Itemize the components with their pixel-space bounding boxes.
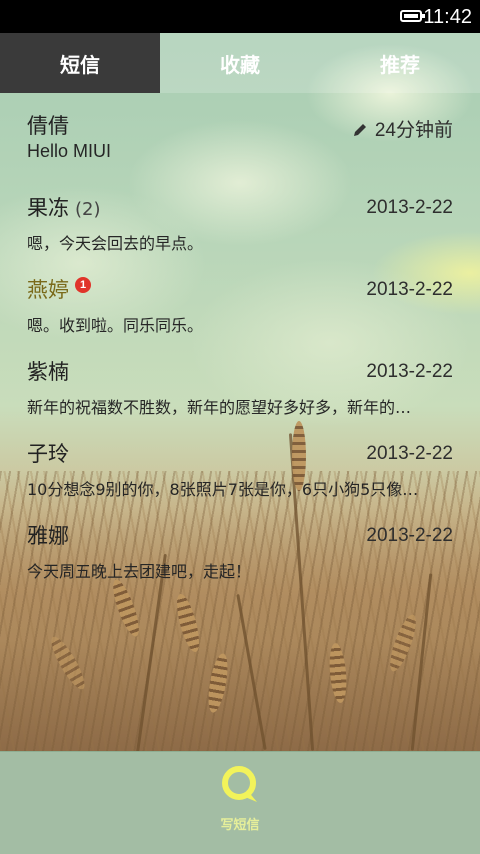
- tab-bar: 短信 收藏 推荐: [0, 33, 480, 93]
- status-bar: 11:42: [0, 0, 480, 33]
- thread-preview: Hello MIUI: [27, 141, 112, 161]
- thread-row[interactable]: 紫楠 2013-2-22 新年的祝福数不胜数，新年的愿望好多好多，新年的…: [0, 339, 480, 421]
- contact-name-text: 果冻: [27, 196, 69, 220]
- thread-row[interactable]: 果冻 (2) 2013-2-22 嗯，今天会回去的早点。: [0, 175, 480, 257]
- tab-messages[interactable]: 短信: [0, 33, 160, 93]
- tab-favorites[interactable]: 收藏: [160, 33, 320, 93]
- thread-preview: 嗯，今天会回去的早点。: [27, 234, 204, 253]
- compose-message-button-label[interactable]: 写短信: [0, 814, 480, 833]
- thread-time-text: 24分钟前: [374, 120, 453, 141]
- thread-row[interactable]: 子玲 2013-2-22 10分想念9别的你，8张照片7张是你，6只小狗5只像…: [0, 421, 480, 503]
- status-time: 11:42: [423, 6, 472, 28]
- thread-time: 2013-2-22: [366, 361, 453, 382]
- battery-icon: [400, 10, 425, 22]
- bottom-action-bar: 写短信: [0, 751, 480, 854]
- thread-preview: 新年的祝福数不胜数，新年的愿望好多好多，新年的…: [27, 398, 412, 417]
- thread-row[interactable]: 燕婷 1 2013-2-22 嗯。收到啦。同乐同乐。: [0, 257, 480, 339]
- thread-time: 2013-2-22: [366, 443, 453, 464]
- thread-time: 24分钟前: [353, 115, 453, 142]
- thread-row[interactable]: 倩倩 24分钟前 Hello MIUI: [0, 93, 480, 175]
- contact-name: 雅娜: [27, 524, 69, 548]
- contact-name: 倩倩: [27, 114, 69, 138]
- contact-name-text: 燕婷: [27, 278, 69, 302]
- message-count: (2): [75, 199, 101, 220]
- thread-row[interactable]: 雅娜 2013-2-22 今天周五晚上去团建吧，走起！: [0, 503, 480, 585]
- contact-name: 燕婷 1: [27, 274, 91, 304]
- contact-name: 紫楠: [27, 360, 69, 384]
- thread-preview: 10分想念9别的你，8张照片7张是你，6只小狗5只像…: [27, 480, 419, 499]
- message-thread-list: 倩倩 24分钟前 Hello MIUI 果冻 (2) 2013-2-22 嗯，今天…: [0, 93, 480, 585]
- contact-name: 果冻 (2): [27, 192, 101, 222]
- contact-name: 子玲: [27, 442, 69, 466]
- tab-recommended[interactable]: 推荐: [320, 33, 480, 93]
- compose-message-icon[interactable]: [219, 764, 261, 806]
- draft-pencil-icon: [353, 124, 366, 136]
- unread-badge: 1: [75, 277, 91, 293]
- thread-preview: 今天周五晚上去团建吧，走起！: [27, 562, 252, 581]
- thread-preview: 嗯。收到啦。同乐同乐。: [27, 316, 204, 335]
- thread-time: 2013-2-22: [366, 525, 453, 546]
- thread-time: 2013-2-22: [366, 279, 453, 300]
- thread-time: 2013-2-22: [366, 197, 453, 218]
